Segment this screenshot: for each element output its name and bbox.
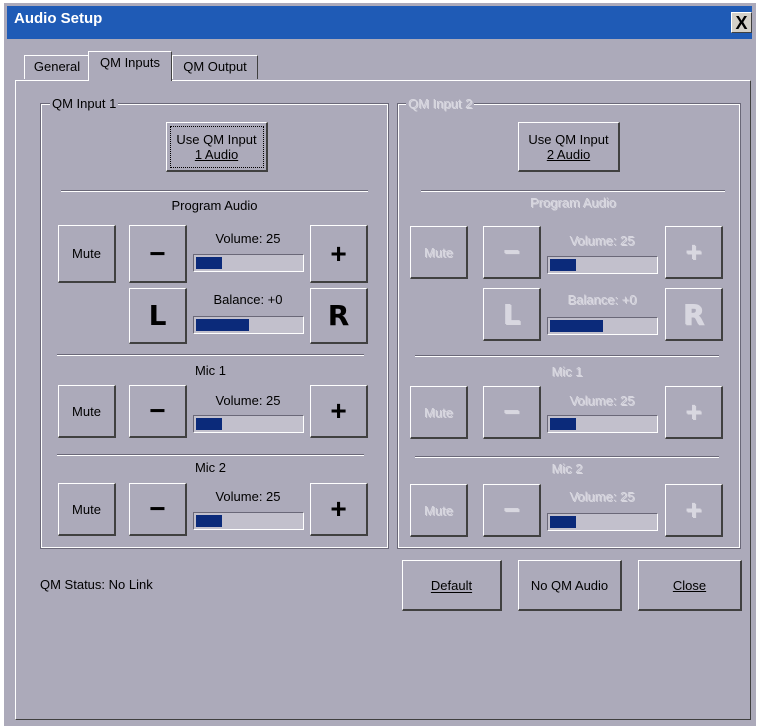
separator xyxy=(57,454,364,456)
mic-1-volume-label: Volume: 25 xyxy=(215,393,281,408)
separator xyxy=(415,355,719,357)
program-volume-down-button[interactable]: − xyxy=(129,225,187,283)
default-button-label: Default xyxy=(430,577,473,593)
mic-2-volume-down-button[interactable]: − xyxy=(129,483,187,536)
use-qm-input-2-label-line2: 2 Audio xyxy=(546,146,591,162)
use-qm-input-2-label-line1: Use QM Input xyxy=(528,131,609,147)
mic-1-volume-meter xyxy=(193,415,304,433)
program-2-volume-meter xyxy=(547,256,658,274)
program-2-volume-down-button[interactable]: − xyxy=(483,226,541,279)
mic-1-volume-fill xyxy=(196,418,223,430)
program-2-volume-label: Volume: 25 xyxy=(569,233,635,248)
tab-general[interactable]: General xyxy=(24,55,90,79)
mic-2-title: Mic 2 xyxy=(194,460,227,475)
mic-1-volume-up-button[interactable]: + xyxy=(310,385,368,438)
mic-2-volume-up-button[interactable]: + xyxy=(310,483,368,536)
program-2-balance-meter xyxy=(547,317,658,335)
program-2-volume-fill xyxy=(550,259,577,271)
mic-2-volume-meter xyxy=(193,512,304,530)
qm-status-text: QM Status: No Link xyxy=(40,577,153,592)
program-balance-label: Balance: +0 xyxy=(213,292,283,307)
close-button-label: Close xyxy=(672,577,707,593)
program-volume-label: Volume: 25 xyxy=(215,231,281,246)
program-balance-fill xyxy=(196,319,249,331)
no-qm-audio-button[interactable]: No QM Audio xyxy=(518,560,622,611)
mic-2-mute-button[interactable]: Mute xyxy=(58,483,116,536)
program-volume-fill xyxy=(196,257,223,269)
mic-2-volume-label: Volume: 25 xyxy=(215,489,281,504)
title-bar[interactable] xyxy=(7,6,752,39)
program-balance-meter xyxy=(193,316,304,334)
mic-1-2-volume-label: Volume: 25 xyxy=(569,393,635,408)
balance-left-button[interactable]: L xyxy=(129,288,187,344)
mic-1-2-volume-fill xyxy=(550,418,577,430)
mic-2-title-2: Mic 2 xyxy=(551,461,583,476)
mic-1-volume-down-button[interactable]: − xyxy=(129,385,187,438)
program-audio-title: Program Audio xyxy=(171,198,258,213)
mic-2-2-volume-down-button[interactable]: − xyxy=(483,484,541,537)
mic-1-2-mute-button[interactable]: Mute xyxy=(410,386,468,439)
mic-1-mute-button[interactable]: Mute xyxy=(58,385,116,438)
mic-1-title: Mic 1 xyxy=(194,363,227,378)
mic-2-volume-fill xyxy=(196,515,223,527)
separator xyxy=(415,456,719,458)
program-2-balance-label: Balance: +0 xyxy=(567,292,637,307)
separator xyxy=(57,354,364,356)
mic-2-2-volume-label: Volume: 25 xyxy=(569,489,635,504)
mic-1-2-volume-up-button[interactable]: + xyxy=(665,386,723,439)
tab-qm-output[interactable]: QM Output xyxy=(172,55,258,79)
window-title: Audio Setup xyxy=(14,10,103,27)
mic-1-2-volume-down-button[interactable]: − xyxy=(483,386,541,439)
program-2-volume-up-button[interactable]: + xyxy=(665,226,723,279)
mic-2-2-mute-button[interactable]: Mute xyxy=(410,484,468,537)
qm-input-1-legend: QM Input 1 xyxy=(50,96,119,111)
mic-2-2-volume-meter xyxy=(547,513,658,531)
mic-1-2-volume-meter xyxy=(547,415,658,433)
mic-2-2-volume-fill xyxy=(550,516,577,528)
program-audio-title-2: Program Audio xyxy=(530,195,616,210)
close-button[interactable]: Close xyxy=(638,560,742,611)
program-2-mute-button[interactable]: Mute xyxy=(410,226,468,279)
close-window-button[interactable]: X xyxy=(731,12,752,33)
mic-1-title-2: Mic 1 xyxy=(551,364,583,379)
tab-qm-inputs[interactable]: QM Inputs xyxy=(88,51,172,81)
balance-right-button[interactable]: R xyxy=(310,288,368,344)
balance-2-right-button[interactable]: R xyxy=(665,288,723,341)
program-volume-up-button[interactable]: + xyxy=(310,225,368,283)
default-button[interactable]: Default xyxy=(402,560,502,611)
qm-input-2-legend: QM Input 2 xyxy=(406,96,475,111)
program-volume-meter xyxy=(193,254,304,272)
separator xyxy=(421,190,725,192)
separator xyxy=(61,190,368,192)
use-qm-input-1-label-line1: Use QM Input xyxy=(176,131,257,147)
program-mute-button[interactable]: Mute xyxy=(58,225,116,283)
use-qm-input-1-label-line2: 1 Audio xyxy=(194,146,239,162)
use-qm-input-1-audio-button[interactable]: Use QM Input 1 Audio xyxy=(166,122,268,172)
balance-2-left-button[interactable]: L xyxy=(483,288,541,341)
program-2-balance-fill xyxy=(550,320,603,332)
mic-2-2-volume-up-button[interactable]: + xyxy=(665,484,723,537)
use-qm-input-2-audio-button[interactable]: Use QM Input 2 Audio xyxy=(518,122,620,172)
